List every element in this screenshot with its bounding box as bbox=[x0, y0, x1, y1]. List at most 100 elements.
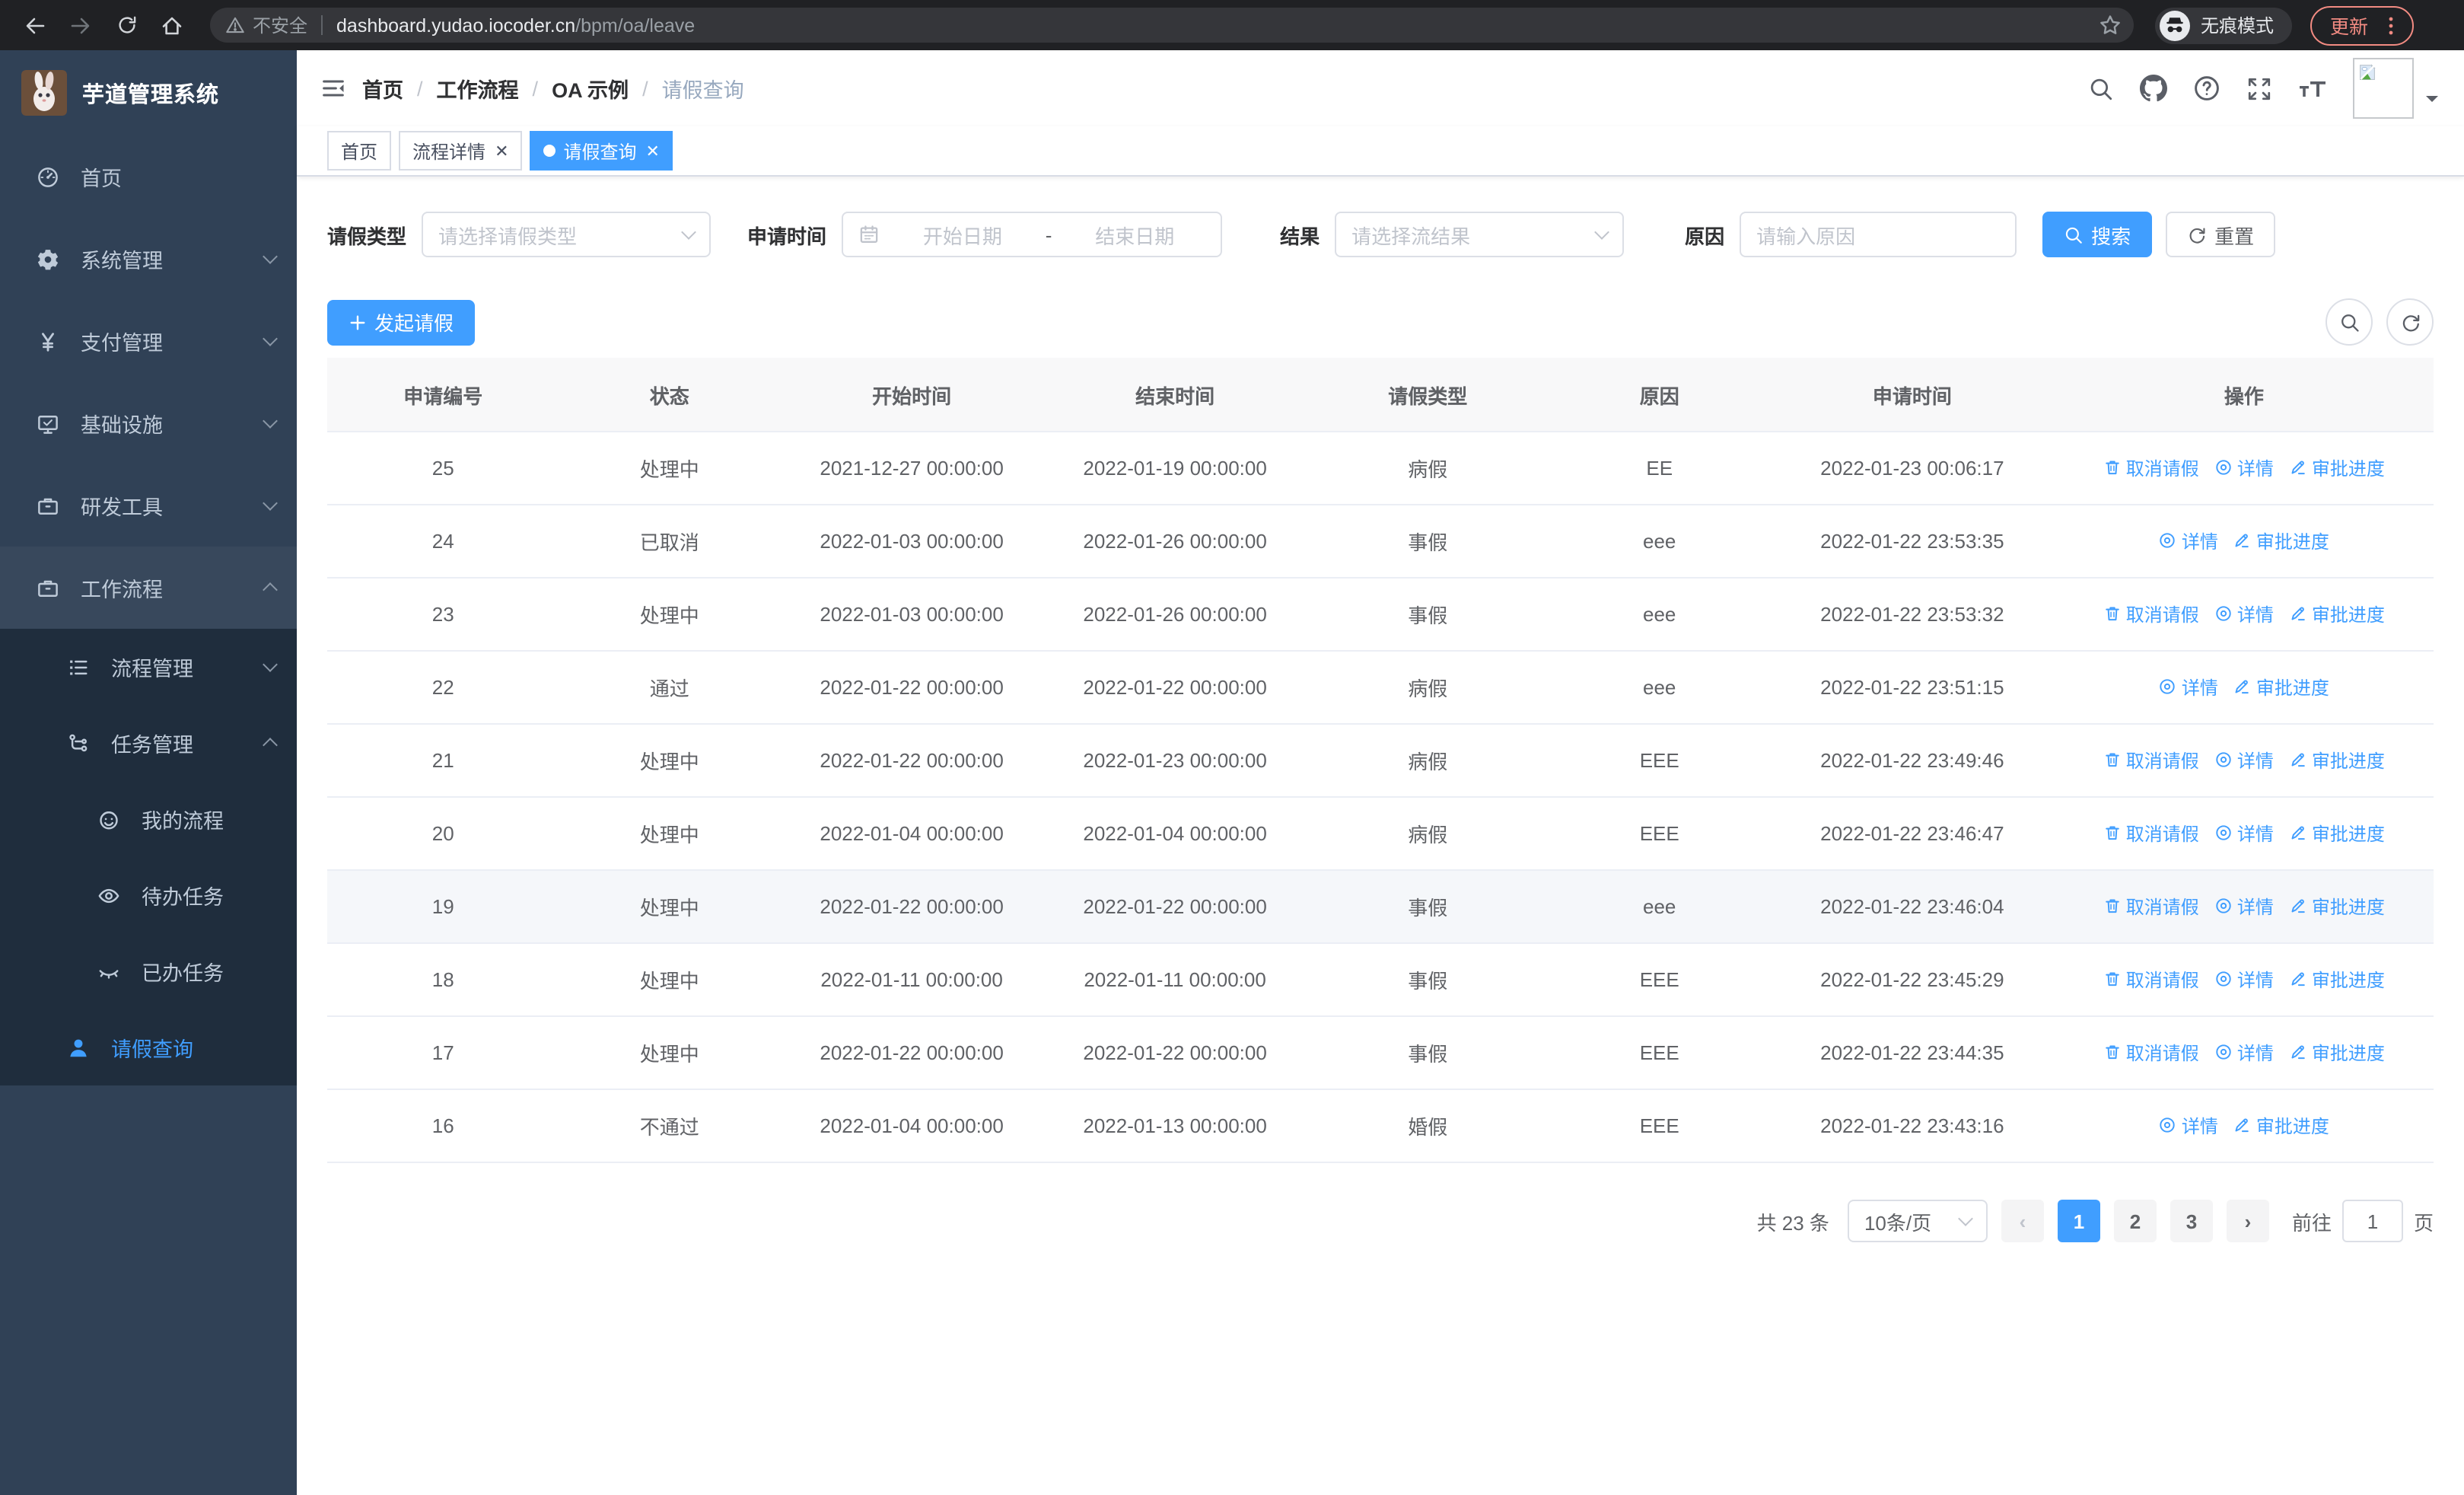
cell: 17 bbox=[327, 1016, 559, 1090]
cell: 2022-01-22 00:00:00 bbox=[1043, 870, 1307, 944]
sidebar-item-3[interactable]: 支付管理 bbox=[0, 300, 297, 382]
tab-1[interactable]: 首页 bbox=[327, 131, 392, 171]
tab-3[interactable]: 请假查询 ✕ bbox=[530, 131, 673, 171]
detail-action-link[interactable]: 详情 bbox=[2159, 1113, 2218, 1139]
app-title: 芋道管理系统 bbox=[82, 83, 219, 107]
sidebar-item-1[interactable]: 首页 bbox=[0, 135, 297, 218]
chevron-up-icon bbox=[263, 582, 278, 598]
browser-menu-kebab-icon[interactable] bbox=[2380, 14, 2402, 36]
leave-type-select[interactable]: 请选择请假类型 bbox=[422, 212, 712, 257]
end-date-input[interactable]: 结束日期 bbox=[1064, 220, 1205, 249]
hamburger-icon[interactable] bbox=[297, 75, 362, 102]
browser-home-icon[interactable] bbox=[152, 5, 192, 45]
detail-action-link[interactable]: 详情 bbox=[2214, 1040, 2274, 1066]
cancel-action-link[interactable]: 取消请假 bbox=[2103, 967, 2199, 993]
progress-action-link[interactable]: 审批进度 bbox=[2289, 967, 2385, 993]
start-date-input[interactable]: 开始日期 bbox=[892, 220, 1033, 249]
detail-action-link[interactable]: 详情 bbox=[2214, 601, 2274, 627]
close-tab-icon[interactable]: ✕ bbox=[646, 141, 660, 161]
sidebar-item-10[interactable]: 待办任务 bbox=[0, 857, 297, 933]
next-page-button[interactable]: › bbox=[2226, 1200, 2269, 1242]
breadcrumb-item-3[interactable]: OA 示例 bbox=[552, 73, 629, 104]
search-button[interactable]: 搜索 bbox=[2042, 212, 2153, 257]
address-bar[interactable]: 不安全 dashboard.yudao.iocoder.cn/bpm/oa/le… bbox=[210, 8, 2134, 43]
cell: 2022-01-22 23:43:16 bbox=[1770, 1089, 2055, 1163]
header-search-icon[interactable] bbox=[2088, 75, 2114, 101]
prev-page-button[interactable]: ‹ bbox=[2001, 1200, 2044, 1242]
sidebar-item-11[interactable]: 已办任务 bbox=[0, 933, 297, 1009]
cancel-action-link[interactable]: 取消请假 bbox=[2103, 601, 2199, 627]
page-button-1[interactable]: 1 bbox=[2057, 1200, 2100, 1242]
reason-input[interactable]: 请输入原因 bbox=[1740, 212, 2017, 257]
progress-action-link[interactable]: 审批进度 bbox=[2289, 748, 2385, 773]
font-size-icon[interactable] bbox=[2298, 74, 2327, 103]
progress-action-link[interactable]: 审批进度 bbox=[2289, 455, 2385, 481]
chevron-down-icon bbox=[681, 225, 696, 240]
chevron-down-icon bbox=[263, 657, 278, 672]
refresh-table-button[interactable] bbox=[2386, 298, 2434, 346]
fullscreen-icon[interactable] bbox=[2246, 75, 2272, 101]
page-size-select[interactable]: 10条/页 bbox=[1847, 1200, 1988, 1242]
page-buttons: 123 bbox=[2057, 1200, 2213, 1242]
sidebar-item-2[interactable]: 系统管理 bbox=[0, 218, 297, 300]
apply-time-range-picker[interactable]: 开始日期 - 结束日期 bbox=[842, 212, 1223, 257]
show-search-button[interactable] bbox=[2326, 298, 2373, 346]
detail-action-link[interactable]: 详情 bbox=[2159, 528, 2218, 554]
bookmark-star-icon[interactable] bbox=[2099, 14, 2122, 37]
cell: 处理中 bbox=[559, 1016, 781, 1090]
detail-action-link[interactable]: 详情 bbox=[2159, 674, 2218, 700]
cell: 2022-01-19 00:00:00 bbox=[1043, 432, 1307, 505]
browser-forward-icon[interactable] bbox=[61, 5, 100, 45]
goto-page-input[interactable]: 1 bbox=[2341, 1200, 2403, 1242]
cancel-action-link[interactable]: 取消请假 bbox=[2103, 748, 2199, 773]
detail-action-link[interactable]: 详情 bbox=[2214, 967, 2274, 993]
page-button-2[interactable]: 2 bbox=[2113, 1200, 2157, 1242]
sidebar-item-12[interactable]: 请假查询 bbox=[0, 1009, 297, 1085]
sidebar-item-7[interactable]: 流程管理 bbox=[0, 629, 297, 705]
cell: 16 bbox=[327, 1089, 559, 1163]
progress-action-link[interactable]: 审批进度 bbox=[2289, 601, 2385, 627]
process-list-icon bbox=[67, 655, 90, 678]
leave-table: 申请编号 状态 开始时间 结束时间 请假类型 原因 申请时间 操作 25 处理中 2021-12-… bbox=[327, 358, 2434, 1163]
sidebar-item-4[interactable]: 基础设施 bbox=[0, 382, 297, 464]
detail-action-link[interactable]: 详情 bbox=[2214, 455, 2274, 481]
sidebar-item-5[interactable]: 研发工具 bbox=[0, 464, 297, 547]
create-leave-button[interactable]: 发起请假 bbox=[327, 299, 476, 345]
navbar: 首页 / 工作流程 / OA 示例 / 请假查询 bbox=[297, 50, 2464, 126]
sidebar-item-9[interactable]: 我的流程 bbox=[0, 781, 297, 857]
browser-back-icon[interactable] bbox=[15, 5, 55, 45]
page-button-3[interactable]: 3 bbox=[2170, 1200, 2213, 1242]
cancel-action-link[interactable]: 取消请假 bbox=[2103, 821, 2199, 846]
breadcrumb-item-1[interactable]: 首页 bbox=[362, 73, 403, 104]
cancel-action-link[interactable]: 取消请假 bbox=[2103, 455, 2199, 481]
breadcrumb-item-2[interactable]: 工作流程 bbox=[437, 73, 519, 104]
cell: 2022-01-22 00:00:00 bbox=[780, 651, 1044, 725]
cell: 事假 bbox=[1307, 505, 1549, 579]
reset-button[interactable]: 重置 bbox=[2166, 212, 2276, 257]
browser-update-button[interactable]: 更新 bbox=[2310, 5, 2415, 45]
cancel-action-link[interactable]: 取消请假 bbox=[2103, 1040, 2199, 1066]
close-tab-icon[interactable]: ✕ bbox=[495, 141, 508, 161]
progress-action-link[interactable]: 审批进度 bbox=[2289, 894, 2385, 920]
cancel-action-link[interactable]: 取消请假 bbox=[2103, 894, 2199, 920]
browser-reload-icon[interactable] bbox=[107, 5, 146, 45]
progress-action-link[interactable]: 审批进度 bbox=[2233, 528, 2329, 554]
sidebar-item-8[interactable]: 任务管理 bbox=[0, 705, 297, 781]
tab-2[interactable]: 流程详情 ✕ bbox=[399, 131, 523, 171]
progress-action-link[interactable]: 审批进度 bbox=[2233, 1113, 2329, 1139]
sidebar-item-6[interactable]: 工作流程 bbox=[0, 547, 297, 629]
progress-action-link[interactable]: 审批进度 bbox=[2289, 821, 2385, 846]
sidebar-logo-row[interactable]: 芋道管理系统 bbox=[0, 50, 297, 135]
detail-action-link[interactable]: 详情 bbox=[2214, 748, 2274, 773]
dashboard-icon bbox=[37, 165, 59, 188]
table-row-19: 19 处理中 2022-01-22 00:00:00 2022-01-22 00:00… bbox=[327, 870, 2434, 944]
github-icon[interactable] bbox=[2140, 75, 2167, 102]
result-select[interactable]: 请选择流结果 bbox=[1335, 212, 1625, 257]
user-menu[interactable] bbox=[2353, 58, 2440, 119]
progress-action-link[interactable]: 审批进度 bbox=[2289, 1040, 2385, 1066]
cell: 病假 bbox=[1307, 651, 1549, 725]
help-icon[interactable] bbox=[2193, 75, 2220, 102]
detail-action-link[interactable]: 详情 bbox=[2214, 821, 2274, 846]
detail-action-link[interactable]: 详情 bbox=[2214, 894, 2274, 920]
progress-action-link[interactable]: 审批进度 bbox=[2233, 674, 2329, 700]
